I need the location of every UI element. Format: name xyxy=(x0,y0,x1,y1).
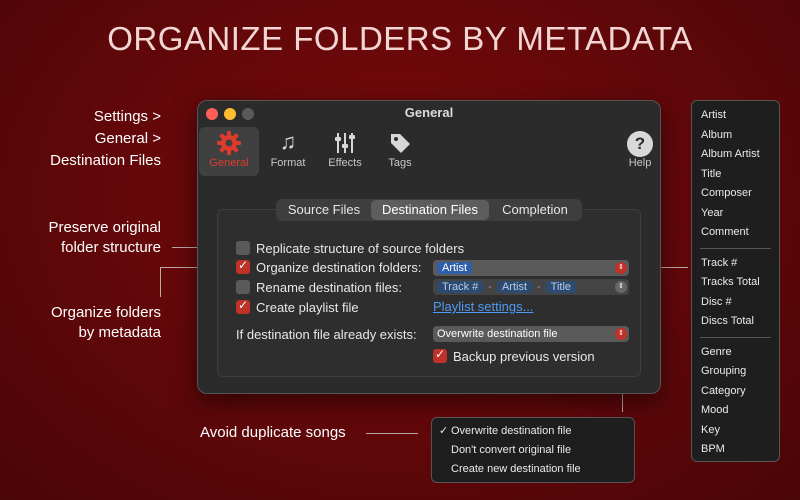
tag-item[interactable]: Grouping xyxy=(692,362,779,382)
tag-item[interactable]: Tracks Total xyxy=(692,273,779,293)
backup-checkbox[interactable] xyxy=(433,347,447,363)
backup-label: Backup previous version xyxy=(453,348,595,364)
title-bar[interactable]: General xyxy=(198,101,660,125)
organize-checkbox[interactable] xyxy=(236,258,250,274)
tag-item[interactable]: Track # xyxy=(692,254,779,274)
menu-divider xyxy=(700,336,771,338)
annotation-duplicates: Avoid duplicate songs xyxy=(200,424,346,441)
replicate-checkbox[interactable] xyxy=(236,241,250,255)
help-button[interactable]: ? Help xyxy=(610,127,660,176)
tab-completion[interactable]: Completion xyxy=(489,200,581,220)
playlist-settings-link[interactable]: Playlist settings... xyxy=(433,299,533,314)
tab-general[interactable]: General xyxy=(199,127,259,176)
replicate-option[interactable]: Replicate structure of source folders xyxy=(236,239,464,257)
rename-separator: - xyxy=(488,281,492,293)
menu-item-overwrite[interactable]: ✓ Overwrite destination file xyxy=(432,422,634,441)
menu-item-label: Overwrite destination file xyxy=(451,425,572,437)
playlist-checkbox[interactable] xyxy=(236,298,250,314)
tag-item[interactable]: Album xyxy=(692,126,779,146)
toolbar: General ♫ Format Effects Tags ? Help xyxy=(198,127,660,177)
window-title: General xyxy=(404,105,454,120)
menu-divider xyxy=(700,247,771,249)
exists-dropdown-menu: ✓ Overwrite destination file Don't conve… xyxy=(431,417,635,483)
tag-item[interactable]: Album Artist xyxy=(692,145,779,165)
exists-option: If destination file already exists: xyxy=(236,325,417,343)
chevron-updown-icon: ⇕ xyxy=(615,281,627,293)
rename-label: Rename destination files: xyxy=(256,279,402,295)
checkmark-icon: ✓ xyxy=(439,425,449,437)
annotation-line: by metadata xyxy=(78,324,161,341)
organize-label: Organize destination folders: xyxy=(256,259,422,275)
tag-item[interactable]: Genre xyxy=(692,343,779,363)
playlist-label: Create playlist file xyxy=(256,299,359,315)
rename-popup[interactable]: Track # - Artist - Title ⇕ xyxy=(433,279,629,295)
tag-item[interactable]: Comment xyxy=(692,223,779,243)
chevron-updown-icon: ⇕ xyxy=(615,262,627,274)
backup-option[interactable]: Backup previous version xyxy=(433,347,595,365)
menu-item-label: Create new destination file xyxy=(451,463,581,475)
chevron-updown-icon: ⇕ xyxy=(615,328,627,340)
tag-item[interactable]: Key xyxy=(692,421,779,441)
menu-item-dont-convert[interactable]: Don't convert original file xyxy=(432,441,634,460)
replicate-label: Replicate structure of source folders xyxy=(256,240,465,256)
tag-item[interactable]: Artist xyxy=(692,106,779,126)
rename-option[interactable]: Rename destination files: xyxy=(236,278,402,296)
organize-value: Artist xyxy=(437,262,473,274)
music-note-icon: ♫ xyxy=(279,129,297,154)
gear-icon xyxy=(199,127,259,157)
tab-effects-label: Effects xyxy=(328,157,362,169)
annotation-line: folder structure xyxy=(60,239,161,256)
tab-destination-files[interactable]: Destination Files xyxy=(371,200,489,220)
annotation-settings-path: Settings > General > Destination Files xyxy=(50,106,161,172)
playlist-option[interactable]: Create playlist file xyxy=(236,298,359,316)
settings-window: General General ♫ Format Effects Tags ? … xyxy=(197,100,661,394)
organize-option[interactable]: Organize destination folders: xyxy=(236,258,421,276)
tag-item[interactable]: BPM xyxy=(692,440,779,460)
help-label: Help xyxy=(628,157,652,169)
annotation-line: Organize folders xyxy=(50,304,161,321)
exists-label: If destination file already exists: xyxy=(236,326,417,342)
menu-item-label: Don't convert original file xyxy=(451,444,572,456)
tab-format[interactable]: ♫ Format xyxy=(258,127,318,176)
tag-item[interactable]: Composer xyxy=(692,184,779,204)
tag-item[interactable]: Year xyxy=(692,204,779,224)
help-icon: ? xyxy=(610,127,660,157)
rename-token: Track # xyxy=(437,281,484,293)
annotation-preserve: Preserve original folder structure xyxy=(48,218,161,258)
sliders-icon xyxy=(315,127,375,157)
tab-effects[interactable]: Effects xyxy=(315,127,375,176)
tab-source-files[interactable]: Source Files xyxy=(277,200,371,220)
annotation-line: Settings > xyxy=(93,108,161,125)
annotation-line: General > xyxy=(94,130,161,147)
tag-item[interactable]: Discs Total xyxy=(692,312,779,332)
menu-item-create-new[interactable]: Create new destination file xyxy=(432,460,634,479)
rename-token: Title xyxy=(545,281,577,293)
exists-popup[interactable]: Overwrite destination file ⇕ xyxy=(433,326,629,342)
tag-item[interactable]: Disc # xyxy=(692,293,779,313)
tag-item[interactable]: Category xyxy=(692,382,779,402)
organize-popup[interactable]: Artist ⇕ xyxy=(433,260,629,276)
rename-token: Artist xyxy=(496,281,532,293)
annotation-line: Destination Files xyxy=(50,152,161,169)
tab-bar: Source Files Destination Files Completio… xyxy=(276,199,582,221)
headline: ORGANIZE FOLDERS BY METADATA xyxy=(107,20,693,57)
tag-icon xyxy=(370,127,430,157)
connector-line xyxy=(366,433,418,434)
tab-tags[interactable]: Tags xyxy=(370,127,430,176)
exists-value: Overwrite destination file xyxy=(437,328,558,340)
rename-checkbox[interactable] xyxy=(236,280,250,294)
tag-menu: Artist Album Album Artist Title Composer… xyxy=(691,100,780,462)
tab-format-label: Format xyxy=(270,157,306,169)
rename-separator: - xyxy=(537,281,541,293)
annotation-organize: Organize folders by metadata xyxy=(51,303,161,343)
tab-tags-label: Tags xyxy=(388,157,412,169)
tab-general-label: General xyxy=(209,157,249,169)
tag-item[interactable]: Mood xyxy=(692,401,779,421)
tag-item[interactable]: Title xyxy=(692,165,779,185)
connector-line xyxy=(160,267,161,297)
annotation-line: Preserve original xyxy=(48,219,161,236)
